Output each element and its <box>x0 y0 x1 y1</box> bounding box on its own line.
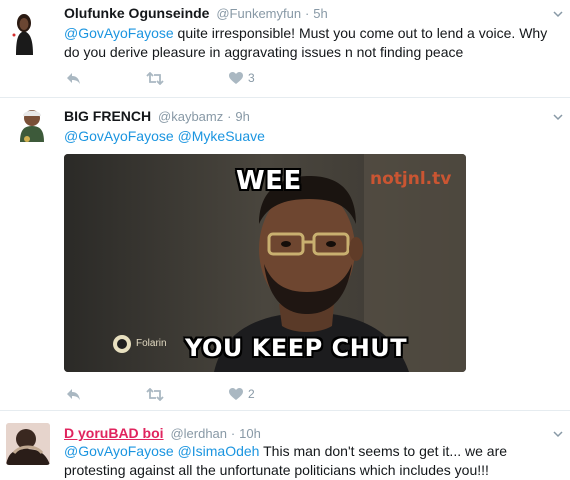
mention-link[interactable]: @MykeSuave <box>178 128 265 144</box>
retweet-button[interactable] <box>146 68 164 88</box>
image-tag: Folarin <box>136 338 167 349</box>
avatar[interactable] <box>14 106 50 142</box>
retweet-icon <box>146 387 164 401</box>
tweet-text: @GovAyoFayose @MykeSuave <box>64 127 564 146</box>
reply-icon <box>67 388 80 400</box>
mention-link[interactable]: @GovAyoFayose <box>64 128 174 144</box>
avatar[interactable] <box>6 9 42 55</box>
display-name[interactable]: BIG FRENCH <box>64 108 151 124</box>
mention-link[interactable]: @GovAyoFayose <box>64 25 174 41</box>
like-icon <box>229 71 243 84</box>
separator-dot: · <box>227 109 232 124</box>
timestamp[interactable]: 5h <box>313 6 327 21</box>
chevron-down-icon[interactable] <box>552 428 564 440</box>
reply-icon <box>67 72 80 84</box>
retweet-icon <box>146 71 164 85</box>
tweet-3: D yoruBAD boi @lerdhan · 10h @GovAyoFayo… <box>0 411 570 480</box>
display-name[interactable]: D yoruBAD boi <box>64 425 164 441</box>
tweet-header: D yoruBAD boi @lerdhan · 10h <box>64 425 261 442</box>
separator-dot: · <box>304 6 310 21</box>
user-handle[interactable]: @lerdhan <box>170 426 227 441</box>
timestamp[interactable]: 9h <box>235 109 249 124</box>
like-button[interactable]: 2 <box>229 384 255 404</box>
like-count: 3 <box>248 71 255 85</box>
like-icon <box>229 387 243 400</box>
avatar[interactable] <box>6 423 50 465</box>
tweet-text: @GovAyoFayose @IsimaOdeh This man don't … <box>64 442 564 480</box>
chevron-down-icon[interactable] <box>552 111 564 123</box>
tweet-1: Olufunke Ogunseinde @Funkemyfun · 5h @Go… <box>0 0 570 98</box>
mention-link[interactable]: @GovAyoFayose <box>64 443 174 459</box>
mention-link[interactable]: @IsimaOdeh <box>178 443 260 459</box>
tweet-image[interactable]: notjnl.tv WEE YOU KEEP CHUT Folarin <box>64 154 466 372</box>
reply-button[interactable] <box>66 384 81 404</box>
like-button[interactable]: 3 <box>229 68 255 88</box>
like-count: 2 <box>248 387 255 401</box>
svg-text:notjnl.tv: notjnl.tv <box>370 169 451 189</box>
chevron-down-icon[interactable] <box>552 8 564 20</box>
separator-dot: · <box>230 426 236 441</box>
display-name[interactable]: Olufunke Ogunseinde <box>64 5 209 21</box>
retweet-button[interactable] <box>146 384 164 404</box>
meme-bottom-text: YOU KEEP CHUT <box>185 334 408 362</box>
timestamp[interactable]: 10h <box>239 426 261 441</box>
user-handle[interactable]: @kaybamz <box>158 109 223 124</box>
tweet-header: BIG FRENCH @kaybamz · 9h <box>64 108 250 125</box>
meme-top-text: WEE <box>236 166 302 196</box>
tweet-header: Olufunke Ogunseinde @Funkemyfun · 5h <box>64 5 328 22</box>
user-handle[interactable]: @Funkemyfun <box>216 6 301 21</box>
reply-button[interactable] <box>66 68 81 88</box>
tweet-text: @GovAyoFayose quite irresponsible! Must … <box>64 24 564 62</box>
